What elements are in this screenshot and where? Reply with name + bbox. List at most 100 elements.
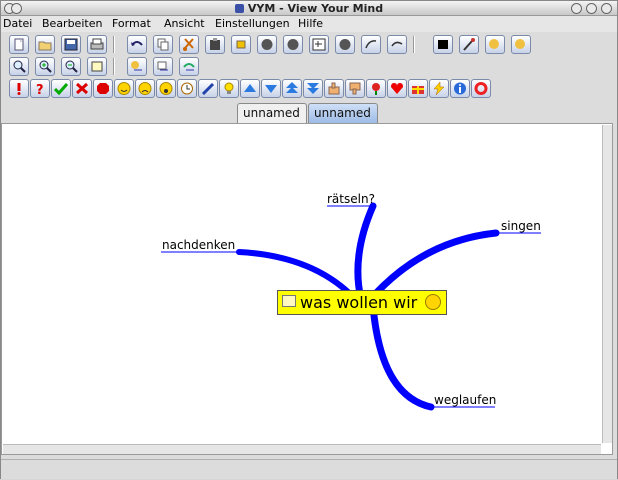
- flag-flash-button[interactable]: [429, 79, 449, 98]
- branch-node-nachdenken[interactable]: nachdenken: [162, 238, 235, 252]
- branch-add-icon: [365, 40, 377, 49]
- link-icon: [131, 61, 142, 71]
- note-button[interactable]: [87, 57, 107, 76]
- question-icon: ?: [36, 83, 44, 95]
- double-arrow-up-icon: [286, 82, 298, 93]
- flag-pen-button[interactable]: [198, 79, 218, 98]
- zoom-reset-icon: [13, 60, 26, 73]
- smiley-good-icon: [117, 82, 131, 95]
- map-canvas[interactable]: [1, 123, 613, 455]
- note-icon: [91, 61, 103, 72]
- clock-icon: [181, 82, 193, 95]
- flag-info-button[interactable]: [450, 79, 470, 98]
- arrow-up-icon: [244, 84, 256, 92]
- flag-smiley-omg-button[interactable]: [156, 79, 176, 98]
- color-button[interactable]: [433, 35, 453, 54]
- cut-icon: [183, 38, 194, 51]
- check-icon: [54, 83, 68, 95]
- flag-rose-button[interactable]: [366, 79, 386, 98]
- pick-color-button[interactable]: [459, 35, 479, 54]
- format-painter-button-a[interactable]: [485, 35, 505, 54]
- note-icon: [282, 295, 296, 307]
- branch-node-raetseln[interactable]: rätseln?: [327, 192, 375, 206]
- tab-label: unnamed: [314, 106, 371, 120]
- color-icon: [438, 40, 448, 49]
- link-button-b[interactable]: [153, 57, 173, 76]
- flag-lightbulb-button[interactable]: [219, 79, 239, 98]
- smiley-bad-icon: [138, 82, 152, 95]
- flag-lifebelt-button[interactable]: [471, 79, 491, 98]
- tab-unnamed-1[interactable]: unnamed: [237, 103, 307, 123]
- smiley-omg-icon: [425, 294, 441, 310]
- pen-icon: [201, 82, 215, 95]
- zoom-out-button[interactable]: [61, 57, 81, 76]
- print-button[interactable]: [87, 35, 107, 54]
- toolbar-separator: [413, 36, 415, 53]
- print-icon: [90, 38, 104, 50]
- thumb-up-icon: [328, 82, 340, 95]
- branch-button[interactable]: [309, 35, 329, 54]
- flag-exclamation-button[interactable]: [9, 79, 29, 98]
- maximize-button[interactable]: [586, 3, 597, 14]
- save-map-button[interactable]: [61, 35, 81, 54]
- flag-question-button[interactable]: ?: [30, 79, 50, 98]
- zoom-reset-button[interactable]: [9, 57, 29, 76]
- horizontal-scrollbar[interactable]: [3, 444, 601, 454]
- rose-icon: [372, 83, 380, 95]
- flag-cross-button[interactable]: [72, 79, 92, 98]
- link-button-c[interactable]: [179, 57, 199, 76]
- menu-hilfe[interactable]: Hilfe: [298, 17, 323, 31]
- add-branch-button[interactable]: [361, 35, 381, 54]
- menu-ansicht[interactable]: Ansicht: [164, 17, 205, 31]
- flag-check-button[interactable]: [51, 79, 71, 98]
- pick-color-icon: [463, 38, 475, 51]
- flag-double-up-button[interactable]: [282, 79, 302, 98]
- flag-smiley-bad-button[interactable]: [135, 79, 155, 98]
- flag-stop-button[interactable]: [93, 79, 113, 98]
- zoom-in-button[interactable]: [35, 57, 55, 76]
- present-icon: [412, 86, 424, 94]
- minimize-button[interactable]: [571, 3, 582, 14]
- cut-button[interactable]: [179, 35, 199, 54]
- menu-format[interactable]: Format: [112, 17, 151, 31]
- open-map-button[interactable]: [35, 35, 55, 54]
- lifebelt-icon: [474, 82, 488, 95]
- vertical-scrollbar[interactable]: [602, 125, 612, 443]
- branch-node-singen[interactable]: singen: [501, 219, 541, 233]
- menu-einstellungen[interactable]: Einstellungen: [215, 17, 290, 31]
- copy-button[interactable]: [153, 35, 173, 54]
- flag-double-down-button[interactable]: [303, 79, 323, 98]
- flag-thumb-down-button[interactable]: [345, 79, 365, 98]
- center-node[interactable]: was wollen wir: [277, 290, 447, 315]
- branch-node-weglaufen[interactable]: weglaufen: [434, 393, 496, 407]
- link-icon: [157, 61, 168, 71]
- link-icon: [183, 63, 195, 71]
- menu-datei[interactable]: Datei: [3, 17, 32, 31]
- toolbar-flags: ?: [1, 78, 617, 99]
- flag-arrow-down-button[interactable]: [261, 79, 281, 98]
- svg-text:?: ?: [36, 83, 44, 95]
- undo-button[interactable]: [127, 35, 147, 54]
- flag-arrow-up-button[interactable]: [240, 79, 260, 98]
- close-button[interactable]: [601, 3, 612, 14]
- format-painter-button-b[interactable]: [511, 35, 531, 54]
- new-map-button[interactable]: [9, 35, 29, 54]
- menu-bearbeiten[interactable]: Bearbeiten: [42, 17, 102, 31]
- zoom-in-icon: [39, 60, 52, 73]
- flag-thumb-up-button[interactable]: [324, 79, 344, 98]
- heart-icon: [391, 83, 403, 94]
- move-branch-button[interactable]: [231, 35, 251, 54]
- tab-unnamed-2[interactable]: unnamed: [308, 103, 378, 123]
- flag-clock-button[interactable]: [177, 79, 197, 98]
- flag-heart-button[interactable]: [387, 79, 407, 98]
- toggle-button-a[interactable]: [257, 35, 277, 54]
- delete-branch-button[interactable]: [387, 35, 407, 54]
- tab-label: unnamed: [243, 106, 300, 120]
- paste-icon: [210, 38, 220, 50]
- link-button-a[interactable]: [127, 57, 147, 76]
- flag-present-button[interactable]: [408, 79, 428, 98]
- toggle-button-b[interactable]: [283, 35, 303, 54]
- flag-smiley-good-button[interactable]: [114, 79, 134, 98]
- paste-button[interactable]: [205, 35, 225, 54]
- toggle-button-c[interactable]: [335, 35, 355, 54]
